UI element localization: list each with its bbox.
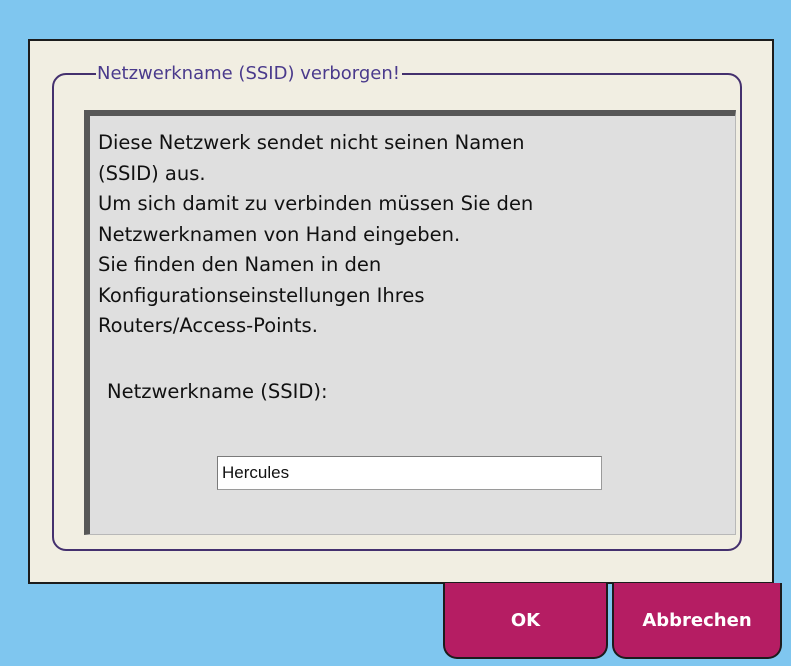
message-line: Konfigurationseinstellungen Ihres [98,283,425,307]
message-line: Sie finden den Namen in den [98,253,382,276]
dialog-title: Netzwerkname (SSID) verborgen! [96,63,402,84]
ok-button[interactable]: OK [443,583,608,659]
message-line: Netzwerknamen von Hand eingeben. [98,222,461,246]
message-line: Diese Netzwerk sendet nicht seinen Namen [98,131,525,154]
ssid-hidden-dialog: Netzwerkname (SSID) verborgen! Diese Net… [28,39,774,584]
message-panel: Diese Netzwerk sendet nicht seinen Namen… [84,110,736,535]
message-line: Um sich damit zu verbinden müssen Sie de… [98,192,534,215]
ssid-label: Netzwerkname (SSID): [107,380,328,403]
message-text: Diese Netzwerk sendet nicht seinen Namen… [98,128,728,342]
message-line: (SSID) aus. [98,161,206,185]
cancel-button-label: Abbrechen [642,609,752,631]
ssid-input[interactable] [217,456,602,490]
message-line: Routers/Access-Points. [98,314,318,337]
cancel-button[interactable]: Abbrechen [612,583,782,659]
ok-button-label: OK [510,609,541,631]
